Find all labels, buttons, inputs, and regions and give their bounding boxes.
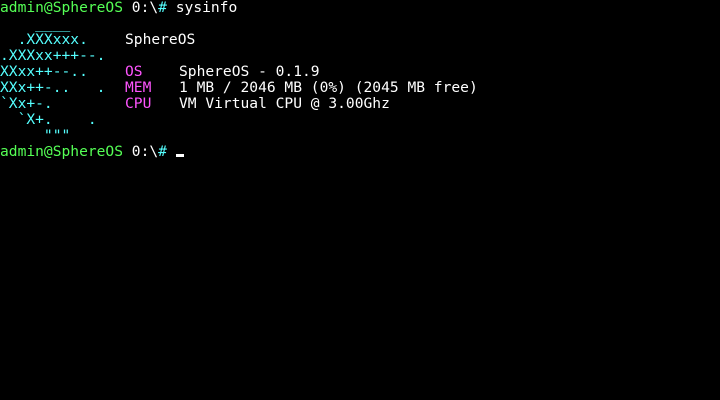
sysinfo-value-os: SphereOS - 0.1.9 <box>179 63 320 80</box>
prompt-symbol-2: # <box>158 143 167 160</box>
prompt-path-2: 0:\ <box>123 143 159 160</box>
logo-line-0: ____ <box>0 15 71 32</box>
sysinfo-key-mem: MEM <box>125 79 152 96</box>
prompt-symbol: # <box>158 0 167 16</box>
sysinfo-key-cpu: CPU <box>125 95 152 112</box>
logo-line-6: `X+. . <box>0 111 97 128</box>
logo-line-1: .XXXxxx. <box>0 31 88 48</box>
command-input[interactable] <box>167 143 176 160</box>
sysinfo-hostname: SphereOS <box>125 31 196 48</box>
command-text: sysinfo <box>166 0 238 16</box>
logo-line-2: .XXXxx+++--. <box>0 47 106 64</box>
prompt-line-2[interactable]: admin@SphereOS 0:\# <box>0 144 184 160</box>
prompt-path: 0:\ <box>123 0 159 16</box>
sysinfo-value-mem: 1 MB / 2046 MB (0%) (2045 MB free) <box>179 79 478 96</box>
sysinfo-key-os: OS <box>125 63 143 80</box>
logo-line-5: `Xx+-. <box>0 95 53 112</box>
logo-line-3: XXxx++--.. <box>0 63 88 80</box>
prompt-user-host-2: admin@SphereOS <box>0 143 124 160</box>
logo-line-4: XXx++-.. . <box>0 79 106 96</box>
prompt-line-1: admin@SphereOS 0:\# sysinfo <box>0 0 237 16</box>
logo-line-7: """ <box>0 127 71 144</box>
prompt-user-host: admin@SphereOS <box>0 0 124 16</box>
text-cursor <box>175 154 184 157</box>
sysinfo-value-cpu: VM Virtual CPU @ 3.00Ghz <box>179 95 390 112</box>
terminal-window[interactable]: admin@SphereOS 0:\# sysinfo ____ .XXXxxx… <box>0 0 720 400</box>
